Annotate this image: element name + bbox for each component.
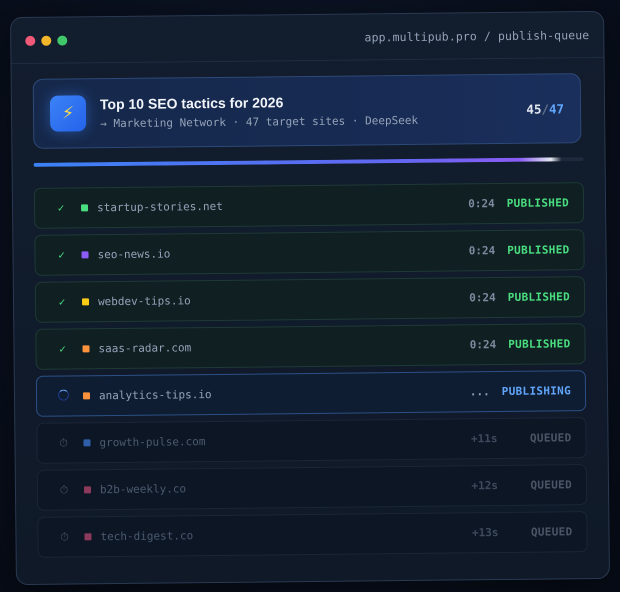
check-icon: ✓ (59, 342, 66, 356)
counter-separator: / (541, 100, 550, 117)
site-name: saas-radar.com (98, 341, 192, 356)
row-time: 0:24 (468, 244, 496, 258)
site-name: seo-news.io (97, 247, 171, 262)
address-url: app.multipub.pro / publish-queue (364, 27, 590, 44)
site-color-marker (84, 533, 92, 541)
status-badge: PUBLISHED (506, 196, 570, 210)
queue-row[interactable]: ⏱ tech-digest.co +13s QUEUED (37, 511, 588, 558)
close-dot[interactable] (25, 35, 36, 46)
site-color-marker (82, 392, 91, 400)
row-time: ... (469, 385, 490, 399)
status-badge: QUEUED (530, 478, 573, 492)
status-badge: PUBLISHED (508, 337, 571, 351)
row-time: +12s (471, 479, 499, 493)
spinner-icon (55, 389, 71, 403)
site-color-marker (81, 251, 89, 259)
job-header-card: ⚡ Top 10 SEO tactics for 2026 → Marketin… (32, 73, 582, 149)
site-color-marker (82, 345, 90, 353)
site-color-marker (83, 486, 92, 494)
site-name: analytics-tips.io (98, 388, 212, 403)
row-time: 0:24 (469, 291, 496, 305)
row-time: 0:24 (468, 197, 495, 211)
maximize-dot[interactable] (57, 35, 68, 46)
status-badge: QUEUED (529, 431, 572, 445)
queue-row[interactable]: ✓ startup-stories.net 0:24 PUBLISHED (33, 182, 585, 229)
stopwatch-icon: ⏱ (60, 530, 69, 544)
status-badge: QUEUED (530, 525, 573, 539)
status-badge: PUBLISHED (507, 290, 571, 304)
queue-row[interactable]: ⏱ b2b-weekly.co +12s QUEUED (36, 464, 588, 511)
site-name: startup-stories.net (96, 199, 223, 215)
status-badge: PUBLISHED (507, 243, 570, 257)
site-color-marker (81, 298, 90, 306)
queue-row[interactable]: ✓ saas-radar.com 0:24 PUBLISHED (35, 323, 586, 370)
job-subtitle: → Marketing Network · 47 target sites · … (100, 113, 419, 131)
progress-fill (33, 157, 562, 167)
stopwatch-icon: ⏱ (59, 483, 69, 497)
site-name: tech-digest.co (100, 529, 194, 544)
site-name: b2b-weekly.co (99, 482, 187, 497)
site-name: webdev-tips.io (97, 294, 191, 309)
stopwatch-icon: ⏱ (59, 436, 68, 450)
done-count: 45 (526, 101, 542, 117)
progress-counter: 45/47 (526, 101, 564, 116)
row-time: +11s (470, 432, 498, 446)
queue-row[interactable]: ✓ webdev-tips.io 0:24 PUBLISHED (34, 276, 586, 323)
site-color-marker (83, 439, 91, 447)
queue-row[interactable]: analytics-tips.io... PUBLISHING (35, 370, 587, 417)
site-color-marker (81, 204, 89, 212)
check-icon: ✓ (57, 201, 65, 215)
bolt-icon: ⚡ (49, 95, 87, 132)
check-icon: ✓ (58, 248, 65, 262)
status-badge: PUBLISHING (501, 384, 572, 398)
queue-row[interactable]: ✓ seo-news.io 0:24 PUBLISHED (34, 229, 585, 276)
site-name: growth-pulse.com (99, 435, 206, 450)
row-time: 0:24 (469, 338, 497, 352)
row-time: +13s (471, 526, 499, 540)
queue-row[interactable]: ⏱ growth-pulse.com +11s QUEUED (36, 417, 587, 464)
minimize-dot[interactable] (41, 35, 52, 46)
titlebar: app.multipub.pro / publish-queue (11, 11, 604, 65)
progress-bar (33, 157, 584, 167)
queue-list: ✓ startup-stories.net 0:24 PUBLISHED ✓ seo-ne… (33, 182, 588, 564)
check-icon: ✓ (58, 295, 66, 309)
job-title: Top 10 SEO tactics for 2026 (99, 94, 284, 113)
total-count: 47 (548, 100, 565, 116)
publish-queue-window: app.multipub.pro / publish-queue ⚡ Top 1… (10, 10, 610, 586)
